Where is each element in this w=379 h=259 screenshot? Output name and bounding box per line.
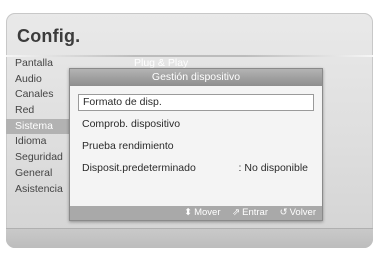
default-device-value: : No disponible (238, 162, 308, 174)
dialog-footer: ⬍ Mover ⇗ Entrar ↺ Volver (70, 206, 322, 220)
settings-screen: Config. Pantalla Audio Canales Red Siste… (6, 13, 373, 248)
device-management-dialog: Gestión dispositivo Formato de disp. Com… (69, 68, 323, 221)
menu-item-label: Formato de disp. (83, 96, 162, 108)
menu-item-label: Prueba rendimiento (82, 140, 174, 152)
sidebar-item-pantalla[interactable]: Pantalla (6, 56, 70, 72)
sidebar-item-sistema[interactable]: Sistema (6, 118, 70, 135)
sidebar-item-red[interactable]: Red (6, 103, 70, 119)
screen-title: Config. (17, 26, 81, 46)
sidebar-item-audio[interactable]: Audio (6, 72, 70, 88)
menu-item-label: Disposit.predeterminado (82, 162, 196, 174)
sidebar-menu: Pantalla Audio Canales Red Sistema Idiom… (6, 56, 70, 197)
return-icon: ↺ (279, 207, 288, 218)
back-label: Volver (289, 207, 316, 218)
enter-label: Entrar (242, 207, 268, 218)
menu-item-default-device[interactable]: Disposit.predeterminado : No disponible (78, 160, 314, 177)
enter-hint: ⇗ Entrar (232, 207, 270, 218)
menu-item-check-device[interactable]: Comprob. dispositivo (78, 116, 314, 133)
sidebar-item-canales[interactable]: Canales (6, 87, 70, 103)
up-down-arrow-icon: ⬍ (184, 207, 193, 218)
sidebar-item-seguridad[interactable]: Seguridad (6, 150, 70, 166)
menu-item-label: Comprob. dispositivo (82, 118, 181, 130)
menu-item-performance-test[interactable]: Prueba rendimiento (78, 138, 314, 155)
dialog-title: Gestión dispositivo (70, 69, 322, 86)
sidebar-item-general[interactable]: General (6, 166, 70, 182)
bottom-bar (6, 228, 373, 248)
sidebar-item-asistencia[interactable]: Asistencia (6, 182, 70, 198)
sidebar-item-idioma[interactable]: Idioma (6, 134, 70, 150)
move-label: Mover (194, 207, 221, 218)
dialog-menu: Formato de disp. Comprob. dispositivo Pr… (78, 94, 314, 182)
move-hint: ⬍ Mover (184, 207, 223, 218)
enter-icon: ⇗ (232, 207, 241, 218)
menu-item-format-device[interactable]: Formato de disp. (78, 94, 314, 111)
back-hint: ↺ Volver (280, 207, 316, 218)
